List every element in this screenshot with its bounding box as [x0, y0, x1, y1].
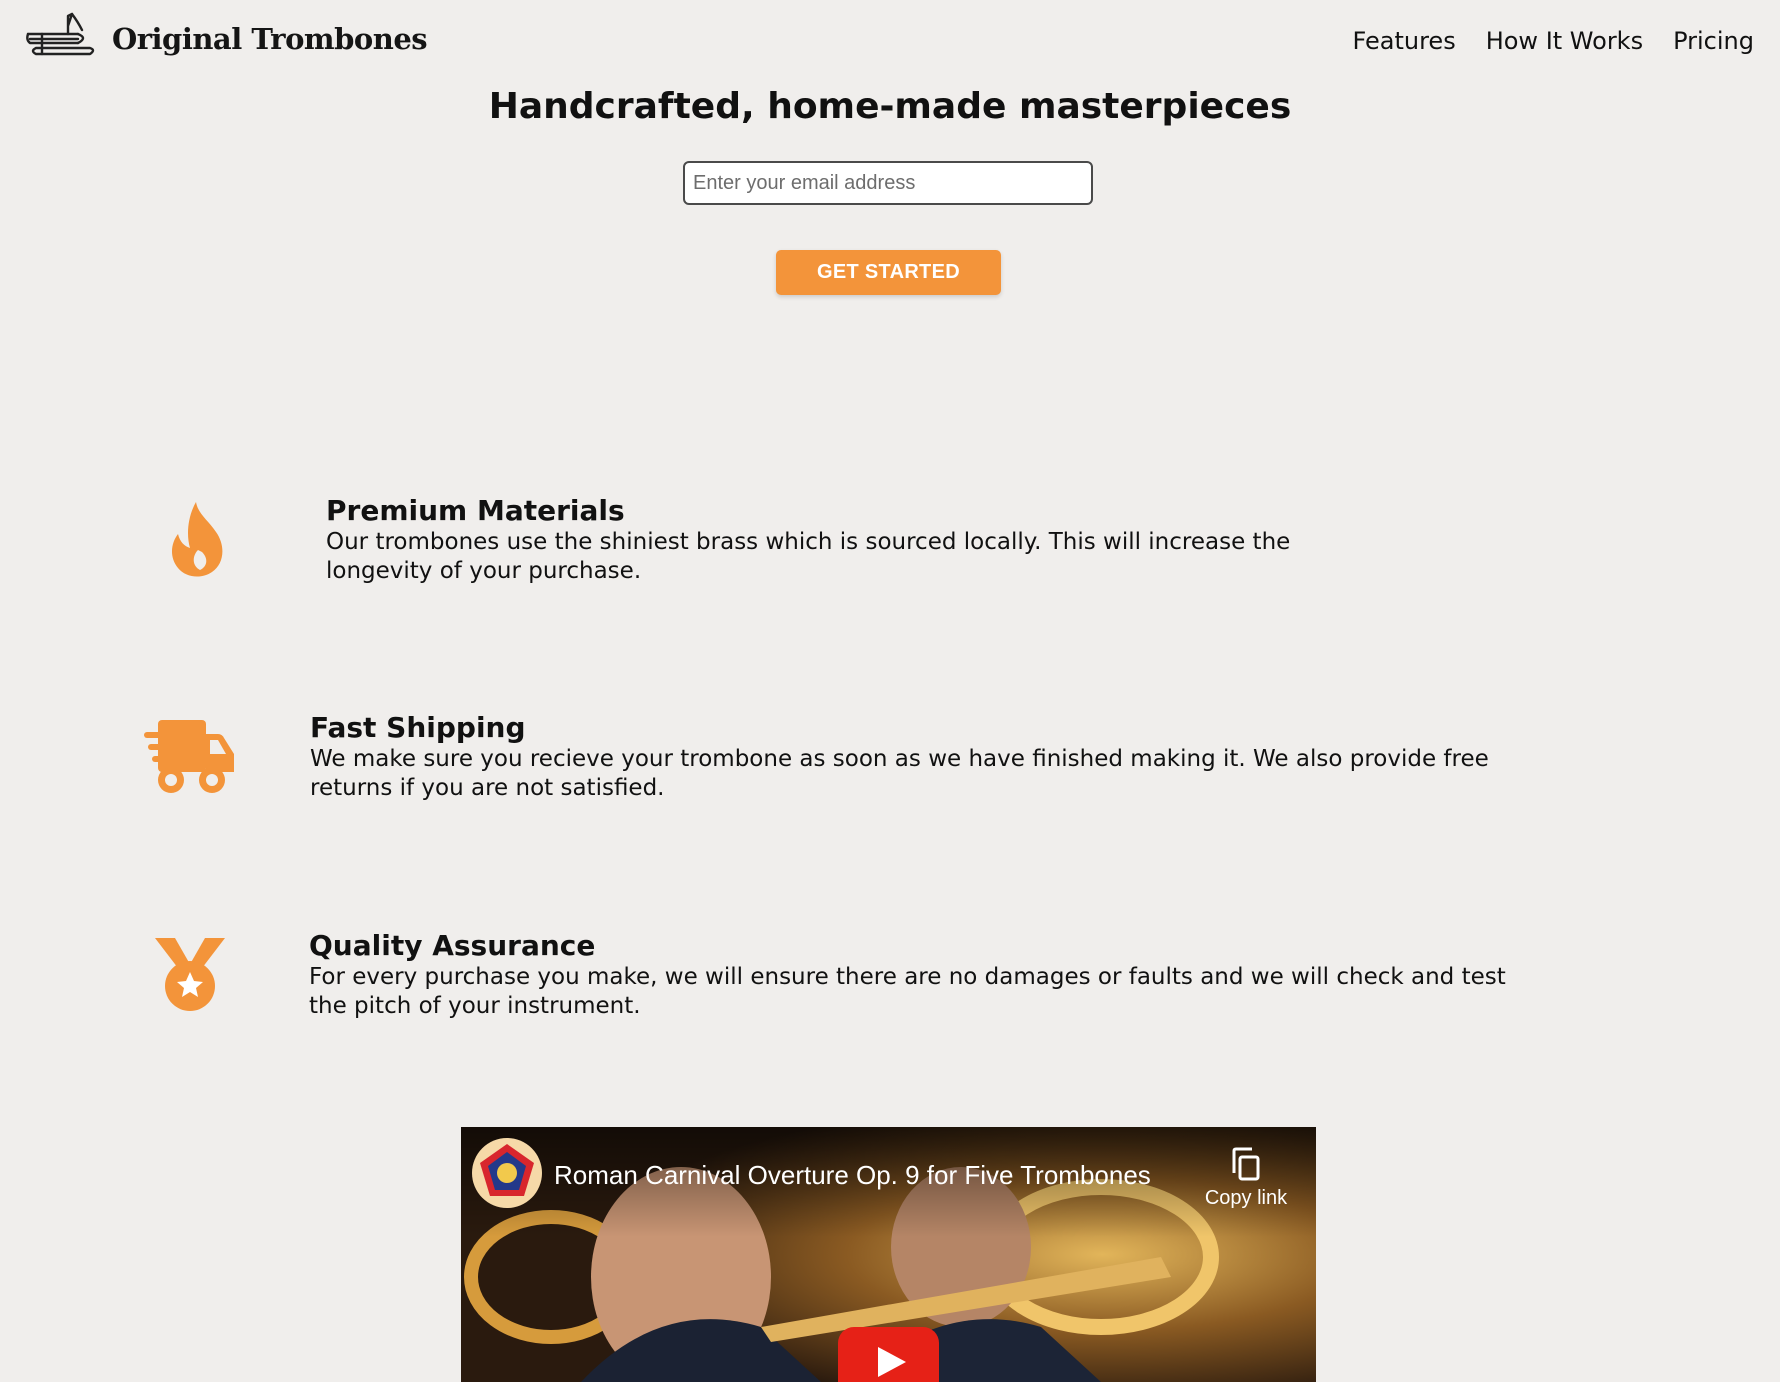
hero-title: Handcrafted, home-made masterpieces	[488, 86, 1292, 127]
nav-link-how-it-works[interactable]: How It Works	[1486, 27, 1643, 55]
copy-link-label: Copy link	[1204, 1187, 1288, 1209]
video-title[interactable]: Roman Carnival Overture Op. 9 for Five T…	[554, 1160, 1151, 1191]
brand-name[interactable]: Original Trombones	[112, 22, 428, 56]
feature-title: Quality Assurance	[309, 929, 596, 962]
copy-link-button[interactable]: Copy link	[1205, 1127, 1287, 1227]
feature-title: Premium Materials	[326, 494, 625, 527]
video-embed[interactable]: Roman Carnival Overture Op. 9 for Five T…	[461, 1127, 1316, 1382]
feature-description: We make sure you recieve your trombone a…	[310, 746, 1489, 801]
play-button[interactable]	[838, 1327, 939, 1382]
feature-title: Fast Shipping	[310, 711, 526, 744]
play-icon	[878, 1347, 906, 1377]
main-nav: Features How It Works Pricing	[1353, 27, 1755, 55]
channel-avatar[interactable]	[472, 1138, 542, 1208]
feature-description: For every purchase you make, we will ens…	[309, 964, 1506, 1019]
nav-link-features[interactable]: Features	[1353, 27, 1456, 55]
email-input[interactable]	[683, 161, 1093, 205]
medal-icon	[155, 938, 225, 1011]
feature-description: Our trombones use the shiniest brass whi…	[326, 529, 1291, 584]
copy-icon	[1232, 1147, 1260, 1181]
trombone-icon	[26, 12, 95, 56]
fire-icon	[171, 502, 223, 577]
get-started-button[interactable]: GET STARTED	[776, 250, 1001, 295]
site-header: Original Trombones Features How It Works…	[0, 0, 1780, 80]
nav-link-pricing[interactable]: Pricing	[1673, 27, 1754, 55]
shipping-truck-icon	[144, 720, 234, 793]
logo[interactable]	[22, 12, 96, 62]
